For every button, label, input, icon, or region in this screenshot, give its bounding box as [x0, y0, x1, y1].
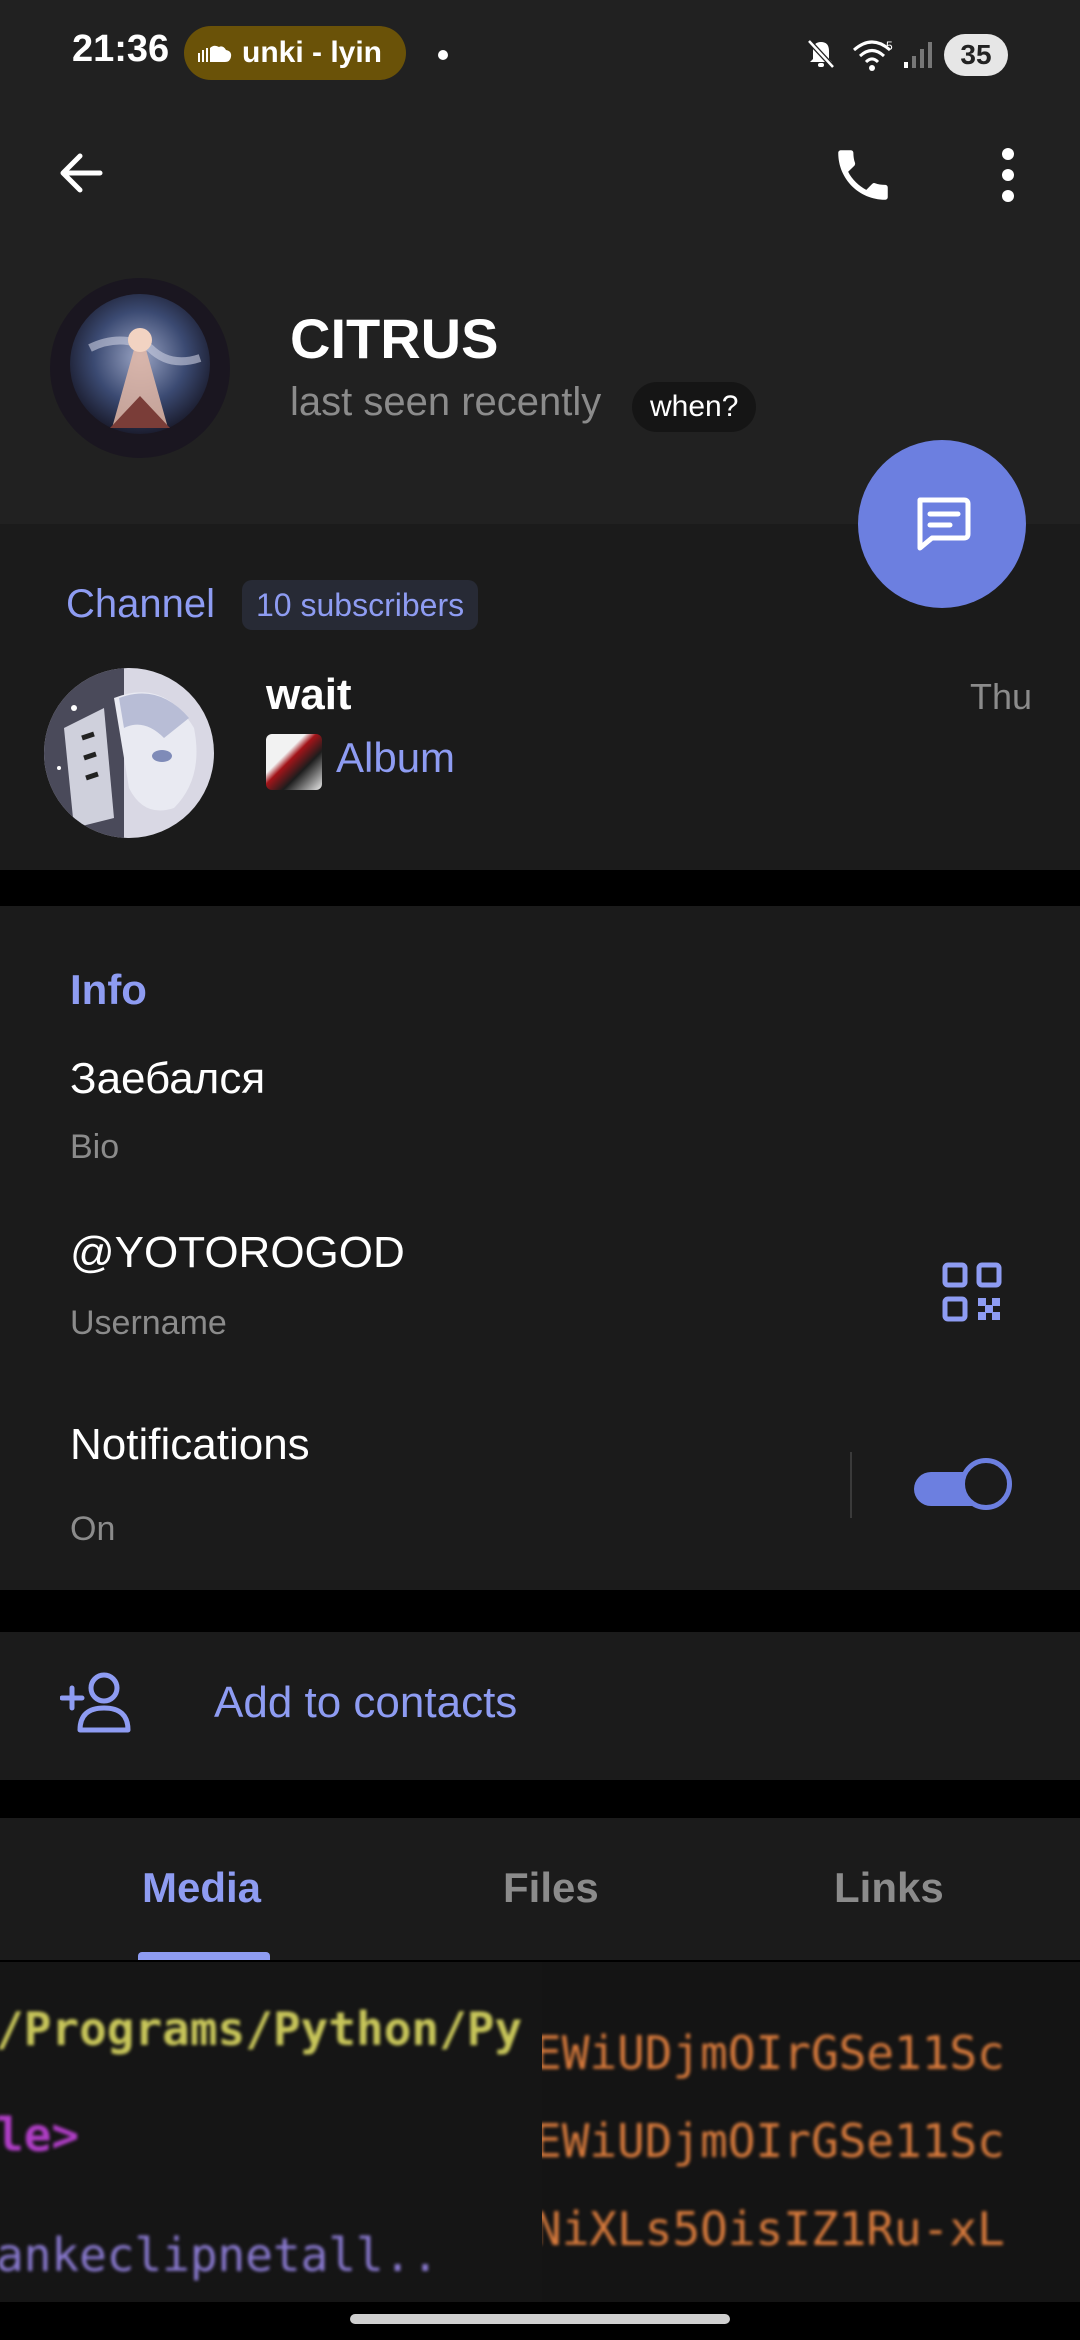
signal-icon	[904, 42, 932, 68]
back-arrow-icon[interactable]	[50, 140, 116, 206]
active-tab-indicator	[138, 1952, 270, 1960]
battery-indicator: 35	[944, 34, 1008, 76]
code-line: ankeclipnetall..	[0, 2228, 440, 2282]
add-to-contacts-label: Add to contacts	[214, 1678, 518, 1727]
code-line: NiXLs5OisIZ1Ru-xL	[542, 2202, 1005, 2256]
when-chip[interactable]: when?	[632, 382, 757, 432]
soundcloud-icon	[198, 45, 232, 62]
username-value[interactable]: @YOTOROGOD	[70, 1228, 405, 1278]
add-to-contacts-row[interactable]	[0, 1632, 1080, 1780]
channel-avatar[interactable]	[44, 668, 214, 838]
bio-value[interactable]: Заебался	[70, 1054, 265, 1104]
svg-text:5: 5	[886, 39, 893, 53]
notifications-state: On	[70, 1510, 116, 1548]
last-seen-status: last seen recently	[290, 380, 602, 424]
code-line: le>	[0, 2108, 80, 2162]
mute-icon	[807, 39, 835, 69]
profile-name: CITRUS	[290, 307, 499, 370]
code-line: /Programs/Python/Py	[0, 2002, 523, 2056]
notifications-label[interactable]: Notifications	[70, 1420, 310, 1470]
tab-links[interactable]: Links	[834, 1864, 944, 1912]
profile-avatar[interactable]	[50, 278, 230, 458]
notification-dot	[438, 50, 448, 60]
channel-post-title[interactable]: wait	[266, 670, 352, 720]
qr-code-icon[interactable]	[942, 1262, 1002, 1322]
subscribers-badge: 10 subscribers	[242, 580, 479, 630]
wifi-icon: 5	[853, 39, 893, 71]
username-label: Username	[70, 1304, 227, 1342]
tab-media[interactable]: Media	[142, 1864, 261, 1912]
bio-label: Bio	[70, 1128, 120, 1166]
code-line: EWiUDjmOIrGSe11Sc	[542, 2114, 1005, 2168]
gesture-handle[interactable]	[350, 2314, 730, 2324]
channel-post-preview: Album	[336, 734, 456, 781]
album-thumbnail	[266, 734, 322, 790]
media-thumbnail[interactable]: /Programs/Python/Py le> ankeclipnetall..	[0, 1962, 542, 2302]
more-options-icon[interactable]	[988, 144, 1028, 206]
tab-files[interactable]: Files	[503, 1864, 599, 1912]
info-section-label: Info	[70, 966, 147, 1013]
call-icon[interactable]	[830, 142, 896, 208]
message-button[interactable]	[858, 440, 1026, 608]
channel-section-label: Channel	[66, 582, 216, 626]
code-line: EWiUDjmOIrGSe11Sc	[542, 2026, 1005, 2080]
status-time: 21:36	[72, 28, 170, 70]
channel-post-date: Thu	[970, 676, 1033, 717]
media-thumbnail[interactable]: EWiUDjmOIrGSe11Sc EWiUDjmOIrGSe11Sc NiXL…	[542, 1962, 1080, 2302]
notifications-toggle[interactable]	[914, 1456, 1018, 1516]
message-icon	[917, 497, 971, 551]
now-playing-pill[interactable]: unki - lyin	[184, 26, 406, 80]
now-playing-text: unki - lyin	[242, 36, 383, 69]
divider	[850, 1452, 852, 1518]
add-contact-icon	[60, 1672, 131, 1733]
